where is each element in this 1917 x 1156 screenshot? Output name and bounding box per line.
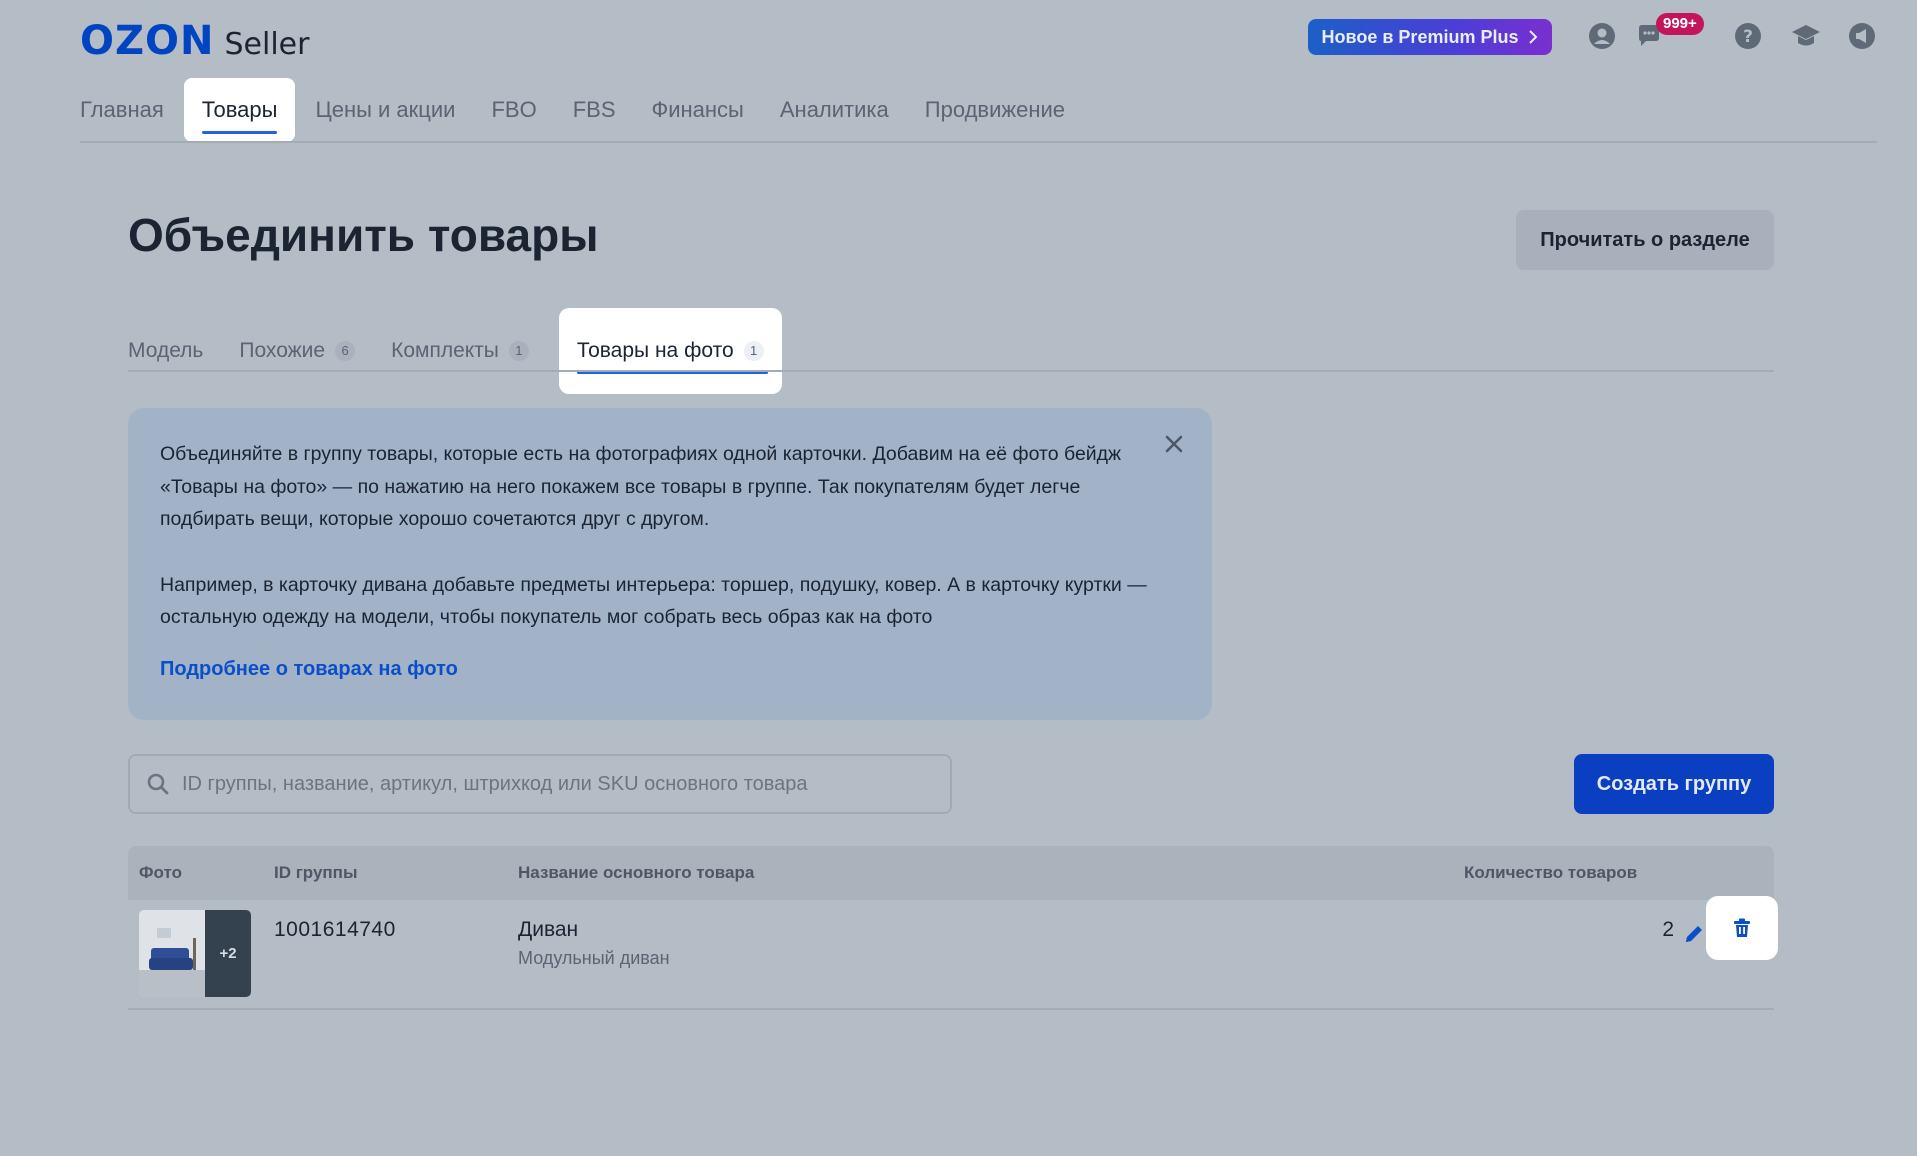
tab-label: Модель [128,339,204,362]
info-paragraph: Объединяйте в группу товары, которые ест… [160,443,1122,530]
tab-bundles[interactable]: Комплекты 1 [373,308,547,394]
tab-count-badge: 1 [743,341,764,361]
chat-unread-badge: 999+ [1656,13,1704,35]
nav-item-home[interactable]: Главная [80,78,182,142]
table-row[interactable]: +2 1001614740 Диван Модульный диван 2 [128,896,1778,1010]
table-header: Фото ID группы Название основного товара… [128,846,1774,900]
tab-model[interactable]: Модель [128,308,221,394]
search-icon [146,772,170,796]
graduation-cap-icon[interactable] [1790,20,1822,52]
tab-count-badge: 6 [335,341,356,361]
info-banner: Объединяйте в группу товары, которые ест… [128,408,1212,720]
tab-similar[interactable]: Похожие 6 [221,308,373,394]
search-input[interactable] [180,771,944,797]
nav-item-analytics[interactable]: Аналитика [762,78,907,142]
premium-plus-button[interactable]: Новое в Premium Plus [1308,19,1552,55]
section-tabs: Модель Похожие 6 Комплекты 1 Товары на ф… [128,308,782,394]
nav-item-finance[interactable]: Финансы [634,78,762,142]
product-name: Диван [518,918,579,941]
chevron-right-icon [1528,30,1538,44]
nav-item-fbo[interactable]: FBO [473,78,554,142]
tabs-divider [128,370,1774,372]
nav-item-prices[interactable]: Цены и акции [297,78,473,142]
product-subtitle: Модульный диван [518,948,670,968]
sofa-photo [139,910,205,997]
nav-item-promotion[interactable]: Продвижение [907,78,1083,142]
tab-label: Комплекты [391,339,499,362]
product-count: 2 [1662,918,1674,941]
tab-products-on-photo[interactable]: Товары на фото 1 [558,308,782,394]
group-id: 1001614740 [274,918,396,941]
product-photo-thumbnail[interactable]: +2 [139,910,251,997]
top-header: OZON Seller Новое в Premium Plus 999+ ? [0,0,1917,150]
create-group-button[interactable]: Создать группу [1574,754,1774,814]
tab-label: Товары на фото [576,339,734,362]
nav-divider [80,141,1877,143]
user-icon[interactable] [1586,20,1618,52]
megaphone-icon[interactable] [1846,20,1878,52]
more-photos-count: +2 [205,910,251,997]
logo-brand: OZON [80,18,215,64]
nav-item-products[interactable]: Товары [183,78,296,142]
column-header-photo: Фото [139,863,182,882]
logo-product: Seller [224,27,310,62]
info-paragraph: Например, в карточку дивана добавьте пре… [160,573,1147,629]
help-icon[interactable]: ? [1732,20,1764,52]
trash-icon[interactable] [1706,896,1778,960]
svg-text:?: ? [1743,27,1753,47]
page-title: Объединить товары [128,209,599,261]
column-header-product-count: Количество товаров [1464,863,1638,882]
tab-label: Похожие [239,339,326,362]
ozon-seller-logo[interactable]: OZON Seller [80,18,309,64]
premium-plus-label: Новое в Premium Plus [1321,26,1519,47]
column-header-main-product-name: Название основного товара [518,863,755,882]
search-field[interactable] [128,754,952,814]
main-nav: Главная Товары Цены и акции FBO FBS Фина… [80,78,1083,142]
read-about-section-button[interactable]: Прочитать о разделе [1516,210,1774,270]
column-header-group-id: ID группы [274,863,358,882]
tab-count-badge: 1 [508,341,529,361]
learn-more-link[interactable]: Подробнее о товарах на фото [160,658,458,681]
nav-item-fbs[interactable]: FBS [555,78,634,142]
close-icon[interactable] [1160,430,1188,458]
